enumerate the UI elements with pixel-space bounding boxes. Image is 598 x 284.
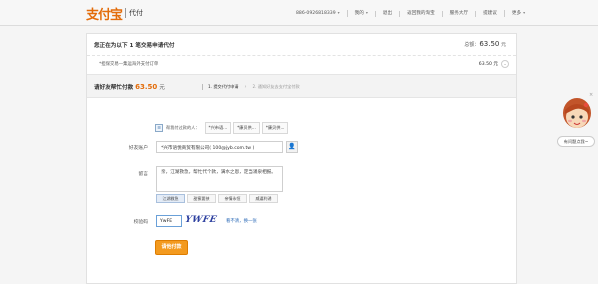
- chevron-down-icon: ▾: [337, 10, 340, 15]
- logo-main: 支付宝: [86, 7, 123, 23]
- logo-divider: [125, 8, 127, 18]
- payment-header: 您正在为以下 1 笔交易申请代付 总额：63.50 元: [87, 34, 516, 56]
- payment-total: 总额：63.50 元: [464, 40, 506, 48]
- arrow-right-icon: ›: [244, 84, 247, 90]
- mascot-avatar: [563, 98, 591, 128]
- recent-friends: ☰ 帮我付过款的人： *兴市语... *康贝供... *康贝供...: [155, 122, 289, 134]
- nav-more[interactable]: 更多 ▾: [503, 10, 532, 17]
- top-nav: 886-0926818339 ▾ 我的 ▾ 退出 返回我的淘宝 服务大厅 提建议 更…: [289, 10, 532, 17]
- captcha-input[interactable]: YwFE: [156, 215, 182, 227]
- quick-message-tianmi[interactable]: 甜蜜要挟: [187, 194, 216, 203]
- chevron-down-icon[interactable]: ⌄: [501, 60, 509, 68]
- order-name: *担保交易—集运海外支付订单: [99, 62, 159, 67]
- quick-message-qinqing[interactable]: 亲情永恒: [218, 194, 247, 203]
- quick-message-weibi[interactable]: 威逼利诱: [249, 194, 278, 203]
- friend-account-input[interactable]: *兴市语悦商贸有限公司( 100@jyb.com.tw ): [156, 141, 283, 153]
- step-indicator: 1. 提交代付申请 › 2. 通知好友去支付宝付款: [197, 84, 300, 90]
- chevron-down-icon: ▾: [365, 10, 368, 15]
- recent-friend-chip[interactable]: *康贝供...: [233, 122, 260, 134]
- alipay-logo[interactable]: 支付宝 代付: [86, 5, 144, 23]
- address-book-icon[interactable]: 👤: [286, 141, 298, 153]
- section-bar: 请好友帮忙付款 63.50 元 1. 提交代付申请 › 2. 通知好友去支付宝付…: [87, 74, 516, 98]
- recent-friend-chip[interactable]: *兴市语...: [204, 122, 232, 134]
- submit-button[interactable]: 请他付款: [155, 240, 188, 255]
- order-line: *担保交易—集运海外支付订单 63.50 元 ⌄: [87, 56, 516, 72]
- captcha-refresh-link[interactable]: 看不清，换一张: [226, 218, 257, 224]
- nav-account[interactable]: 886-0926818339 ▾: [289, 10, 347, 17]
- step-divider: [202, 84, 203, 90]
- order-amount: 63.50 元: [478, 62, 498, 67]
- recent-friend-chip[interactable]: *康贝供...: [261, 122, 289, 134]
- payment-heading: 您正在为以下 1 笔交易申请代付: [94, 43, 175, 49]
- friend-account-label: 好友账户: [128, 146, 148, 151]
- top-bar: 支付宝 代付 886-0926818339 ▾ 我的 ▾ 退出 返回我的淘宝 服务大…: [0, 0, 598, 26]
- nav-feedback[interactable]: 提建议: [475, 10, 504, 17]
- logo-sub: 代付: [129, 9, 144, 17]
- main-card: 您正在为以下 1 笔交易申请代付 总额：63.50 元 *担保交易—集运海外支付…: [86, 33, 517, 284]
- captcha-label: 校验码: [133, 220, 148, 225]
- nav-logout[interactable]: 退出: [374, 10, 399, 17]
- nav-taobao[interactable]: 返回我的淘宝: [399, 10, 442, 17]
- total-amount: 63.50: [479, 40, 500, 48]
- section-title: 请好友帮忙付款 63.50 元: [94, 83, 165, 91]
- step-1: 1. 提交代付申请: [208, 84, 239, 89]
- quick-message-jianghu[interactable]: 江湖救急: [156, 194, 185, 203]
- message-textarea[interactable]: 亲，江湖救急，帮忙代个款，满水之恩，定当涌泉相报。: [156, 166, 283, 192]
- step-2: 2. 通知好友去支付宝付款: [252, 84, 300, 89]
- captcha-image[interactable]: YWFE: [183, 213, 221, 228]
- nav-mine[interactable]: 我的 ▾: [346, 10, 375, 17]
- nav-service[interactable]: 服务大厅: [441, 10, 475, 17]
- chevron-down-icon: ▾: [523, 10, 526, 15]
- help-button[interactable]: 有问题点我~: [557, 136, 595, 147]
- recent-friends-label: 帮我付过款的人：: [166, 125, 200, 130]
- contacts-icon: ☰: [155, 124, 163, 132]
- message-label: 留言: [138, 172, 148, 177]
